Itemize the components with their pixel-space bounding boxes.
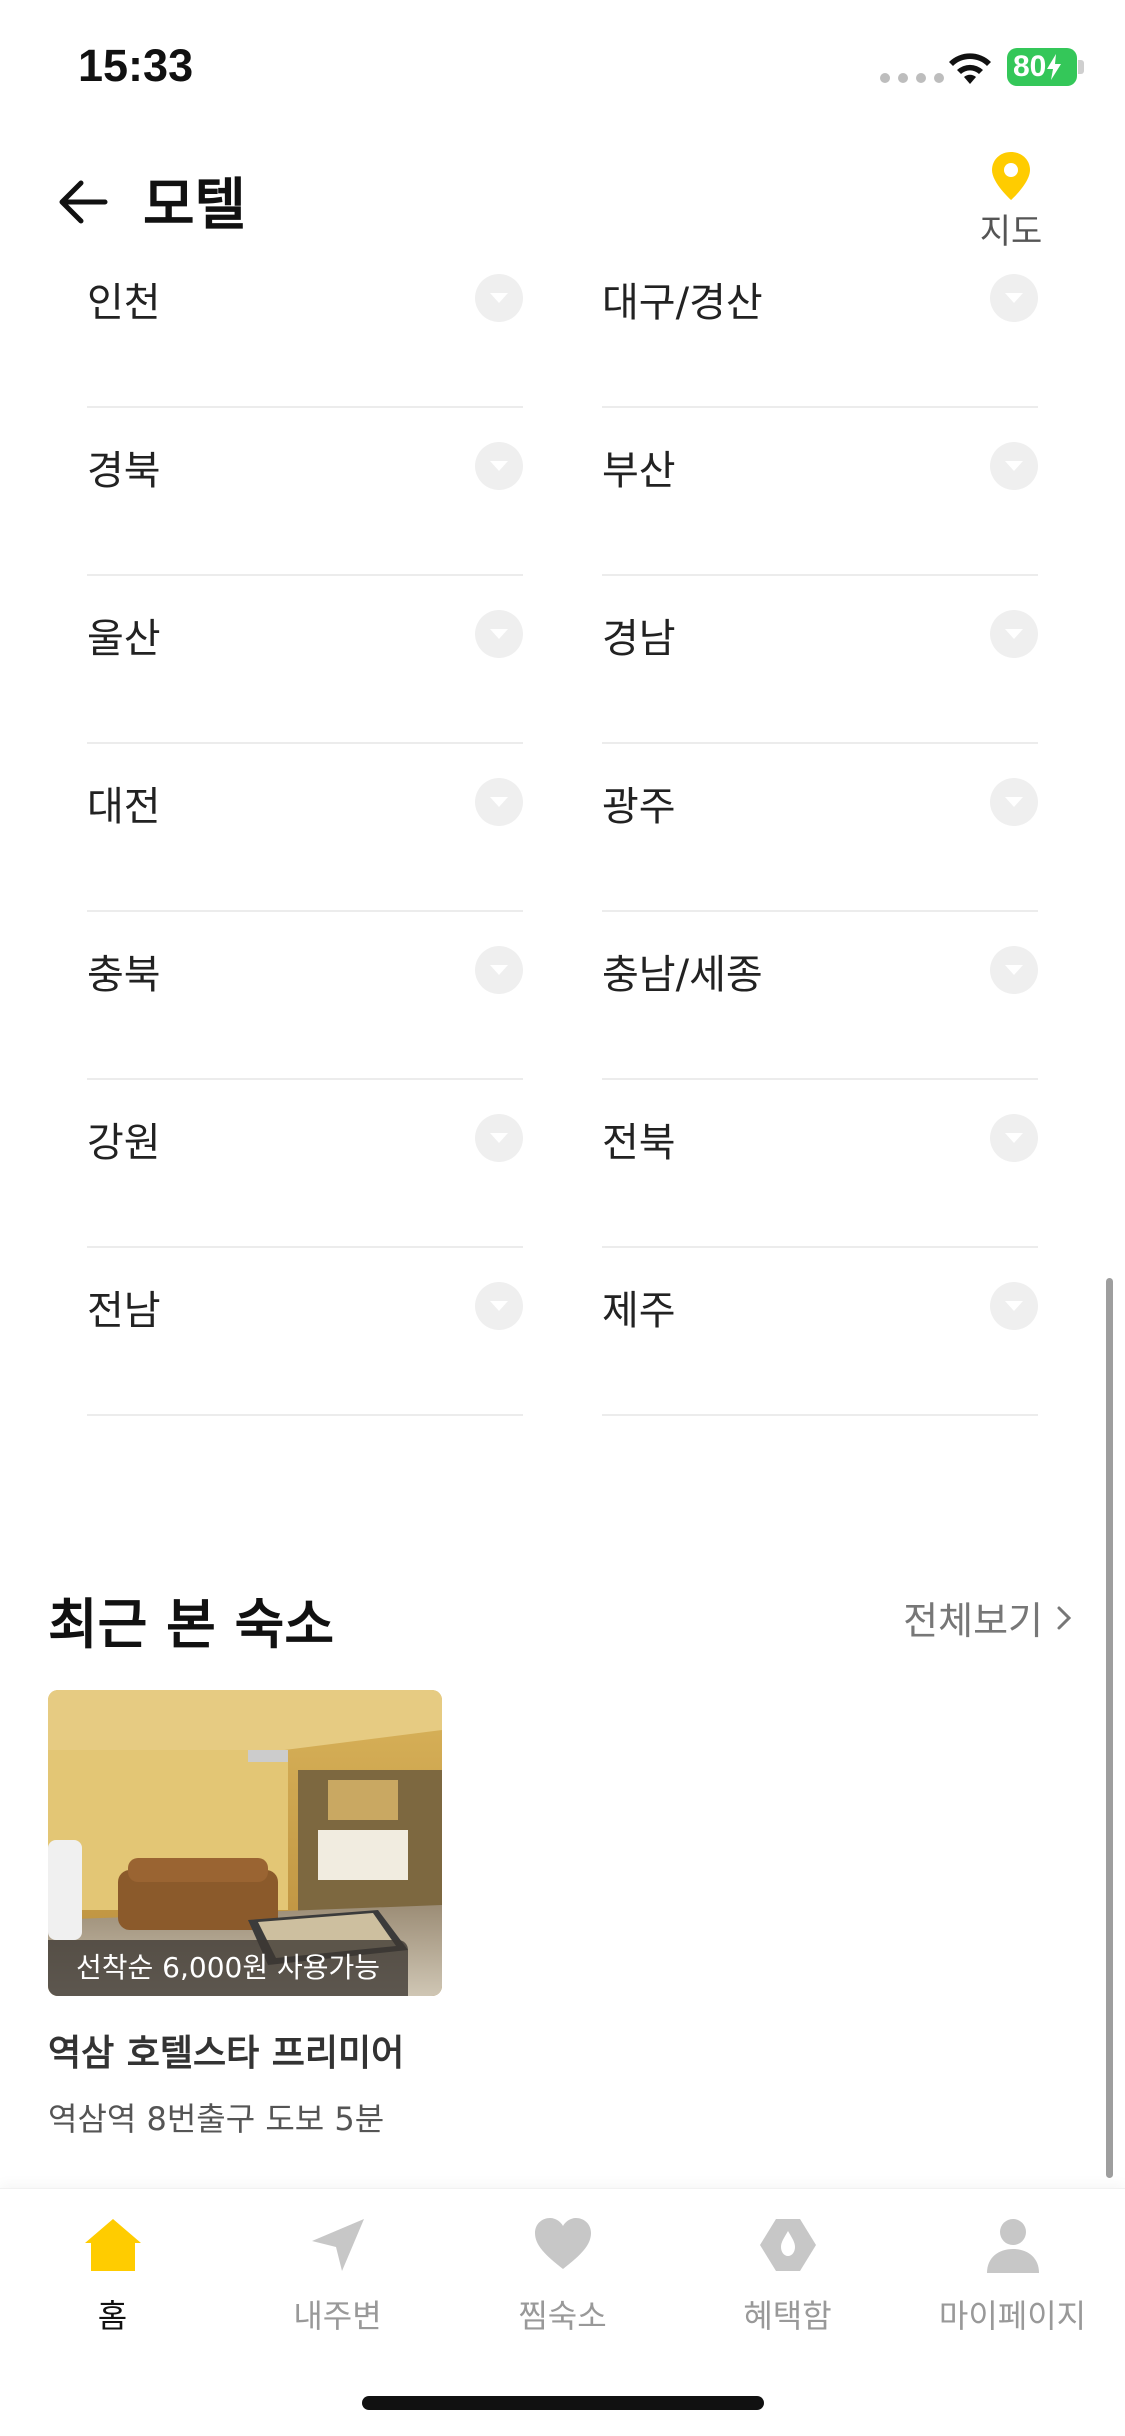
view-all-link[interactable]: 전체보기 [903,1590,1075,1645]
region-row: 전남 제주 [87,1248,1038,1416]
battery-level: 80 [1013,50,1047,83]
region-label: 충남/세종 [602,952,763,998]
region-label: 대전 [87,784,161,830]
battery-indicator: 80 [1007,48,1077,86]
region-item-gyeongnam[interactable]: 경남 [602,576,1038,744]
region-label: 인천 [87,280,161,326]
region-item-gangwon[interactable]: 강원 [87,1080,523,1248]
region-label: 울산 [87,616,161,662]
chevron-right-icon [1057,1606,1072,1629]
wifi-icon [949,53,991,84]
status-bar: 15:33 80 [0,0,1125,130]
region-label: 경남 [602,616,676,662]
battery-cap [1078,60,1084,74]
coupon-badge: 선착순 6,000원 사용가능 [48,1940,409,1996]
region-label: 경북 [87,448,161,494]
chevron-down-icon [990,778,1038,826]
page-title: 모텔 [143,173,247,238]
chevron-down-icon [990,1114,1038,1162]
region-label: 제주 [602,1288,676,1334]
view-all-label: 전체보기 [903,1599,1043,1643]
back-arrow-icon[interactable] [55,174,111,230]
chevron-down-icon [475,442,523,490]
region-item-busan[interactable]: 부산 [602,408,1038,576]
status-time: 15:33 [78,40,194,91]
chevron-down-icon [990,442,1038,490]
scrollbar[interactable] [1106,1278,1113,2178]
tab-label: 마이페이지 [938,2297,1087,2335]
cellular-signal-icon [880,73,944,83]
property-photo: 선착순 6,000원 사용가능 [48,1690,442,1996]
chevron-down-icon [475,946,523,994]
benefit-hexagon-icon [759,2219,816,2271]
region-item-chungbuk[interactable]: 충북 [87,912,523,1080]
region-item-gwangju[interactable]: 광주 [602,744,1038,912]
tab-nearby[interactable]: 내주변 [225,2213,450,2337]
recent-property-card[interactable]: 선착순 6,000원 사용가능 역삼 호텔스타 프리미어 역삼역 8번출구 도보… [48,1690,442,2140]
region-row: 인천 대구/경산 [87,240,1038,408]
region-label: 광주 [602,784,676,830]
location-arrow-icon [311,2219,364,2271]
region-row: 대전 광주 [87,744,1038,912]
tab-mypage[interactable]: 마이페이지 [900,2213,1125,2337]
charging-bolt-icon [1047,54,1062,80]
property-name: 역삼 호텔스타 프리미어 [48,2033,405,2074]
tab-label: 혜택함 [743,2297,832,2335]
tab-label: 홈 [97,2297,128,2335]
map-pin-icon [992,152,1030,200]
region-label: 대구/경산 [602,280,763,326]
property-location: 역삼역 8번출구 도보 5분 [48,2100,385,2138]
region-row: 충북 충남/세종 [87,912,1038,1080]
home-indicator [362,2396,764,2410]
region-item-daejeon[interactable]: 대전 [87,744,523,912]
region-item-gyeongbuk[interactable]: 경북 [87,408,523,576]
region-label: 강원 [87,1120,161,1166]
chevron-down-icon [475,1282,523,1330]
home-icon [84,2219,141,2271]
region-item-jeju[interactable]: 제주 [602,1248,1038,1416]
region-item-incheon[interactable]: 인천 [87,240,523,408]
region-list: 인천 대구/경산 경북 부산 울산 경남 대전 광주 충북 충남/세종 강원 전… [87,240,1038,1416]
chevron-down-icon [990,946,1038,994]
region-item-chungnam-sejong[interactable]: 충남/세종 [602,912,1038,1080]
region-item-jeonnam[interactable]: 전남 [87,1248,523,1416]
chevron-down-icon [990,610,1038,658]
region-label: 충북 [87,952,161,998]
chevron-down-icon [475,274,523,322]
region-item-daegu-gyeongsan[interactable]: 대구/경산 [602,240,1038,408]
region-item-jeonbuk[interactable]: 전북 [602,1080,1038,1248]
recent-section-title: 최근 본 숙소 [48,1593,334,1656]
chevron-down-icon [475,610,523,658]
chevron-down-icon [475,778,523,826]
tab-label: 내주변 [293,2297,382,2335]
tab-label: 찜숙소 [518,2297,607,2335]
tab-favorites[interactable]: 찜숙소 [450,2213,675,2337]
heart-icon [534,2218,591,2269]
region-label: 전북 [602,1120,676,1166]
region-row: 강원 전북 [87,1080,1038,1248]
region-row: 경북 부산 [87,408,1038,576]
region-row: 울산 경남 [87,576,1038,744]
profile-icon [986,2219,1039,2273]
tab-benefits[interactable]: 혜택함 [675,2213,900,2337]
region-label: 전남 [87,1288,161,1334]
chevron-down-icon [475,1114,523,1162]
region-label: 부산 [602,448,676,494]
tab-home[interactable]: 홈 [0,2213,225,2337]
region-item-ulsan[interactable]: 울산 [87,576,523,744]
chevron-down-icon [990,1282,1038,1330]
chevron-down-icon [990,274,1038,322]
